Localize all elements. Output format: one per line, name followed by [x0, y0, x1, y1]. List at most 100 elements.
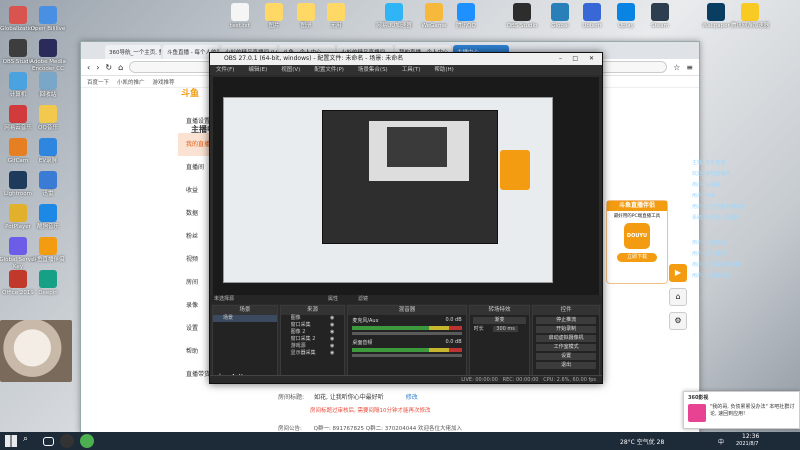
app-icon	[9, 6, 27, 24]
obs-menubar: 文件(F) 编辑(E) 视图(V) 配置文件(P) 场景集合(S) 工具(T) 帮助(H)	[210, 65, 602, 75]
desktop-icon-label: Ubisoft	[582, 23, 602, 29]
windows-start-icon[interactable]	[5, 435, 17, 447]
browser-tab[interactable]: 360导航_一个主页, 整个世界	[105, 45, 161, 59]
desktop-icon[interactable]: 回收站	[26, 72, 70, 99]
duration-input[interactable]: 300 ms	[493, 326, 518, 332]
source-label: 窗口采集 2	[290, 336, 316, 342]
desktop-icon[interactable]: 网易UU加速器	[372, 3, 416, 30]
forward-icon[interactable]: ›	[96, 63, 99, 72]
clock-time[interactable]: 12:36	[742, 433, 759, 440]
maximize-icon[interactable]: □	[572, 53, 578, 65]
app-icon	[39, 237, 57, 255]
desktop-icon-label: Global	[551, 23, 569, 29]
desktop-icon[interactable]: 无用	[314, 3, 358, 30]
desktop-icon[interactable]: 腾讯QQ	[444, 3, 488, 30]
app-icon	[9, 138, 27, 156]
volume-slider[interactable]	[352, 332, 462, 335]
control-button[interactable]: 停止推流	[536, 317, 596, 324]
obs-menu-item[interactable]: 工具(T)	[402, 65, 421, 75]
controls-header: 控件	[533, 306, 599, 315]
clock-date[interactable]: 2021/8/7	[736, 441, 758, 447]
desktop-icon[interactable]: Deepin	[26, 270, 70, 297]
duration-row: 时长 300 ms	[470, 326, 530, 333]
float-home-button[interactable]: ⌂	[669, 288, 687, 306]
obs-taskbar-icon[interactable]	[60, 434, 74, 448]
track-name: 麦克风/Aux	[352, 318, 379, 324]
star-icon[interactable]: ☆	[673, 63, 680, 72]
notification-popup[interactable]: 360影视 "我的哥, 负债累累没办法" 本吧社群讨论, 速回到应用!	[683, 391, 800, 429]
source-item[interactable]: 显示器采集 ◉	[281, 350, 345, 357]
weather[interactable]: 28°C 空气优 28	[620, 437, 664, 446]
obs-menu-item[interactable]: 帮助(H)	[434, 65, 453, 75]
app-icon	[231, 3, 249, 21]
minimize-icon[interactable]: –	[559, 53, 562, 65]
source-item[interactable]: 游戏源 ◉	[281, 343, 345, 350]
desktop-icon[interactable]: QQ音乐	[26, 105, 70, 132]
eye-icon[interactable]: ◉	[330, 315, 334, 322]
float-settings-button[interactable]: ⚙	[669, 312, 687, 330]
control-button[interactable]: 设置	[536, 353, 596, 360]
obs-menu-item[interactable]: 场景集合(S)	[358, 65, 388, 75]
control-button[interactable]: 启动虚拟摄像机	[536, 335, 596, 342]
source-item[interactable]: 图像 ◉	[281, 315, 345, 322]
eye-icon[interactable]: ◉	[330, 322, 334, 329]
scenes-header: 场景	[213, 306, 277, 315]
properties-button[interactable]: 属性	[328, 295, 338, 304]
douyu-logo-icon: DOUYU	[624, 223, 650, 249]
room-title-row: 房间标题: 如花, 让我听你心中最好听 修改	[278, 392, 418, 401]
edit-link[interactable]: 修改	[406, 394, 418, 401]
control-button[interactable]: 退出	[536, 362, 596, 369]
control-button[interactable]: 工作室模式	[536, 344, 596, 351]
menu-icon[interactable]: ≡	[686, 63, 693, 72]
eye-icon[interactable]: ◉	[330, 329, 334, 336]
obs-menu-item[interactable]: 视图(V)	[281, 65, 300, 75]
eye-icon[interactable]: ◉	[330, 350, 334, 357]
desktop-icon[interactable]: 腾讯网游加速器	[728, 3, 772, 30]
control-button[interactable]: 开始录制	[536, 326, 596, 333]
scene-item[interactable]: 场景	[213, 315, 277, 322]
chat-message: 主播: 正在连接	[692, 160, 726, 166]
browser-taskbar-icon[interactable]	[80, 434, 94, 448]
close-icon[interactable]: ✕	[589, 53, 594, 65]
duration-label: 时长	[473, 326, 484, 332]
float-play-button[interactable]: ▶	[669, 264, 687, 282]
transition-select[interactable]: 渐变	[472, 317, 527, 324]
app-icon	[9, 39, 27, 57]
desktop-icon-label: 腾讯QQ	[456, 23, 476, 29]
desktop-icon[interactable]: 斗鱼直播伴侣	[26, 237, 70, 264]
task-view-icon[interactable]	[43, 436, 54, 446]
search-icon[interactable]: ⌕	[23, 434, 37, 448]
desktop-icon[interactable]: EV录屏	[26, 138, 70, 165]
eye-icon[interactable]: ◉	[330, 343, 334, 350]
eye-icon[interactable]: ◉	[330, 336, 334, 343]
no-source-label: 未选择源	[214, 296, 235, 302]
obs-menu-item[interactable]: 配置文件(P)	[314, 65, 344, 75]
bookmark-item[interactable]: 小凯的推广	[117, 78, 145, 86]
desktop-icon-label: 腾讯网游加速器	[730, 23, 770, 29]
ime-indicator[interactable]: 中	[718, 437, 724, 446]
back-icon[interactable]: ‹	[87, 63, 90, 72]
mixer-panel: 混音器 麦克风/Aux 0.0 dB 桌面音频 0.0 dB	[347, 305, 467, 383]
obs-menu-item[interactable]: 文件(F)	[216, 65, 234, 75]
obs-menu-item[interactable]: 编辑(E)	[248, 65, 267, 75]
desktop-icon[interactable]: 迅雷	[26, 171, 70, 198]
source-item[interactable]: 窗口采集 ◉	[281, 322, 345, 329]
home-icon[interactable]: ⌂	[118, 63, 123, 72]
app-icon	[297, 3, 315, 21]
promo-download-button[interactable]: 立即下载	[617, 253, 657, 262]
source-item[interactable]: 图像 2 ◉	[281, 329, 345, 336]
source-label: 图像 2	[290, 329, 306, 335]
refresh-icon[interactable]: ↻	[105, 63, 112, 72]
desktop-icon[interactable]: 酷狗音乐	[26, 204, 70, 231]
bookmark-item[interactable]: 游戏推荐	[153, 78, 175, 86]
source-item[interactable]: 窗口采集 2 ◉	[281, 336, 345, 343]
desktop-icon[interactable]: Steam	[638, 3, 682, 30]
filters-button[interactable]: 滤镜	[358, 295, 368, 304]
app-icon	[651, 3, 669, 21]
bookmark-item[interactable]: 百度一下	[87, 78, 109, 86]
obs-preview[interactable]	[213, 77, 599, 295]
title-notice: 房间标题过审核后, 需要间隔10分钟才能再次修改	[310, 408, 431, 414]
volume-slider[interactable]	[352, 354, 462, 357]
obs-titlebar: OBS 27.0.1 (64-bit, windows) - 配置文件: 未命名…	[210, 53, 602, 65]
desktop-icon[interactable]: Open Bililive	[26, 6, 70, 33]
